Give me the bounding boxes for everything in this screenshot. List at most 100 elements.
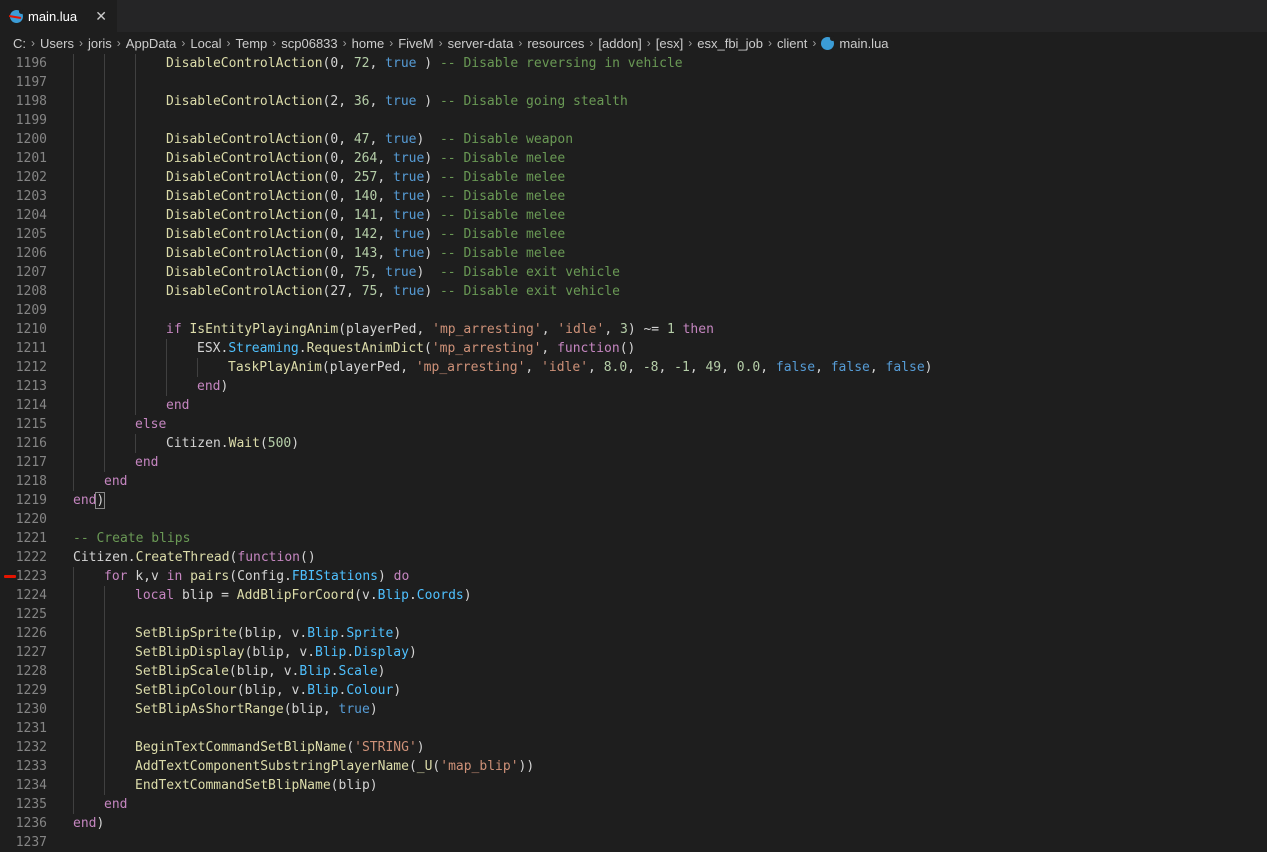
line-number[interactable]: 1204 bbox=[0, 206, 47, 225]
code-line[interactable]: 1209 bbox=[0, 301, 1267, 320]
code-line[interactable]: 1216 Citizen.Wait(500) bbox=[0, 434, 1267, 453]
line-number[interactable]: 1221 bbox=[0, 529, 47, 548]
code-line[interactable]: 1218 end bbox=[0, 472, 1267, 491]
code-line[interactable]: 1198 DisableControlAction(2, 36, true ) -… bbox=[0, 92, 1267, 111]
breadcrumb-item[interactable]: server-data bbox=[448, 36, 514, 51]
code-line[interactable]: 1221 -- Create blips bbox=[0, 529, 1267, 548]
line-number[interactable]: 1236 bbox=[0, 814, 47, 833]
breadcrumb-item[interactable]: resources bbox=[527, 36, 584, 51]
line-number[interactable]: 1207 bbox=[0, 263, 47, 282]
code-line[interactable]: 1227 SetBlipDisplay(blip, v.Blip.Display) bbox=[0, 643, 1267, 662]
breadcrumb-item[interactable]: joris bbox=[88, 36, 112, 51]
breadcrumb-item[interactable]: Users bbox=[40, 36, 74, 51]
code-editor[interactable]: 1196 DisableControlAction(0, 72, true ) -… bbox=[0, 54, 1267, 851]
code-line[interactable]: 1214 end bbox=[0, 396, 1267, 415]
line-number[interactable]: 1199 bbox=[0, 111, 47, 130]
line-number[interactable]: 1208 bbox=[0, 282, 47, 301]
breadcrumb-item[interactable]: Local bbox=[190, 36, 221, 51]
line-number[interactable]: 1209 bbox=[0, 301, 47, 320]
line-number[interactable]: 1235 bbox=[0, 795, 47, 814]
line-number[interactable]: 1234 bbox=[0, 776, 47, 795]
code-line[interactable]: 1219 end) bbox=[0, 491, 1267, 510]
breadcrumb-item[interactable]: C: bbox=[13, 36, 26, 51]
line-number[interactable]: 1216 bbox=[0, 434, 47, 453]
code-line[interactable]: 1235 end bbox=[0, 795, 1267, 814]
code-line[interactable]: 1229 SetBlipColour(blip, v.Blip.Colour) bbox=[0, 681, 1267, 700]
code-line[interactable]: 1211 ESX.Streaming.RequestAnimDict('mp_ar… bbox=[0, 339, 1267, 358]
line-number[interactable]: 1197 bbox=[0, 73, 47, 92]
code-line[interactable]: 1199 bbox=[0, 111, 1267, 130]
line-number[interactable]: 1214 bbox=[0, 396, 47, 415]
code-line[interactable]: 1236 end) bbox=[0, 814, 1267, 833]
line-number[interactable]: 1218 bbox=[0, 472, 47, 491]
breadcrumb-item[interactable]: scp06833 bbox=[281, 36, 337, 51]
line-number[interactable]: 1203 bbox=[0, 187, 47, 206]
line-number[interactable]: 1230 bbox=[0, 700, 47, 719]
code-line[interactable]: 1223 for k,v in pairs(Config.FBIStations)… bbox=[0, 567, 1267, 586]
code-line[interactable]: 1212 TaskPlayAnim(playerPed, 'mp_arrestin… bbox=[0, 358, 1267, 377]
code-line[interactable]: 1200 DisableControlAction(0, 47, true) --… bbox=[0, 130, 1267, 149]
breadcrumb-item[interactable]: esx_fbi_job bbox=[697, 36, 763, 51]
line-number[interactable]: 1217 bbox=[0, 453, 47, 472]
line-number[interactable]: 1225 bbox=[0, 605, 47, 624]
breadcrumb-item[interactable]: client bbox=[777, 36, 807, 51]
code-line[interactable]: 1233 AddTextComponentSubstringPlayerName(… bbox=[0, 757, 1267, 776]
line-number[interactable]: 1196 bbox=[0, 54, 47, 73]
line-number[interactable]: 1229 bbox=[0, 681, 47, 700]
line-number[interactable]: 1201 bbox=[0, 149, 47, 168]
breadcrumb-item[interactable]: [addon] bbox=[598, 36, 641, 51]
code-line[interactable]: 1232 BeginTextCommandSetBlipName('STRING'… bbox=[0, 738, 1267, 757]
code-line[interactable]: 1204 DisableControlAction(0, 141, true) -… bbox=[0, 206, 1267, 225]
code-line[interactable]: 1206 DisableControlAction(0, 143, true) -… bbox=[0, 244, 1267, 263]
line-number[interactable]: 1205 bbox=[0, 225, 47, 244]
code-line[interactable]: 1234 EndTextCommandSetBlipName(blip) bbox=[0, 776, 1267, 795]
line-number[interactable]: 1226 bbox=[0, 624, 47, 643]
line-number[interactable]: 1224 bbox=[0, 586, 47, 605]
code-line[interactable]: 1196 DisableControlAction(0, 72, true ) -… bbox=[0, 54, 1267, 73]
code-line[interactable]: 1231 bbox=[0, 719, 1267, 738]
breadcrumb-item[interactable]: Temp bbox=[235, 36, 267, 51]
line-number[interactable]: 1232 bbox=[0, 738, 47, 757]
line-number[interactable]: 1198 bbox=[0, 92, 47, 111]
line-number[interactable]: 1219 bbox=[0, 491, 47, 510]
code-line[interactable]: 1215 else bbox=[0, 415, 1267, 434]
line-number[interactable]: 1213 bbox=[0, 377, 47, 396]
code-line[interactable]: 1213 end) bbox=[0, 377, 1267, 396]
code-line[interactable]: 1205 DisableControlAction(0, 142, true) -… bbox=[0, 225, 1267, 244]
line-number[interactable]: 1215 bbox=[0, 415, 47, 434]
line-number[interactable]: 1233 bbox=[0, 757, 47, 776]
breadcrumb-item[interactable]: FiveM bbox=[398, 36, 433, 51]
line-number[interactable]: 1222 bbox=[0, 548, 47, 567]
line-number[interactable]: 1212 bbox=[0, 358, 47, 377]
breadcrumb-item[interactable]: [esx] bbox=[656, 36, 683, 51]
code-line[interactable]: 1203 DisableControlAction(0, 140, true) -… bbox=[0, 187, 1267, 206]
breadcrumb-file[interactable]: main.lua bbox=[821, 35, 889, 51]
code-line[interactable]: 1207 DisableControlAction(0, 75, true) --… bbox=[0, 263, 1267, 282]
line-number[interactable]: 1210 bbox=[0, 320, 47, 339]
line-number[interactable]: 1228 bbox=[0, 662, 47, 681]
close-icon[interactable]: ✕ bbox=[95, 8, 107, 25]
code-line[interactable]: 1217 end bbox=[0, 453, 1267, 472]
line-number[interactable]: 1220 bbox=[0, 510, 47, 529]
breadcrumb-item[interactable]: AppData bbox=[126, 36, 177, 51]
breakpoint-icon[interactable] bbox=[4, 575, 16, 578]
code-line[interactable]: 1220 bbox=[0, 510, 1267, 529]
code-line[interactable]: 1210 if IsEntityPlayingAnim(playerPed, 'm… bbox=[0, 320, 1267, 339]
line-number[interactable]: 1211 bbox=[0, 339, 47, 358]
line-number[interactable]: 1202 bbox=[0, 168, 47, 187]
code-line[interactable]: 1202 DisableControlAction(0, 257, true) -… bbox=[0, 168, 1267, 187]
code-line[interactable]: 1237 bbox=[0, 833, 1267, 852]
code-line[interactable]: 1222 Citizen.CreateThread(function() bbox=[0, 548, 1267, 567]
code-line[interactable]: 1230 SetBlipAsShortRange(blip, true) bbox=[0, 700, 1267, 719]
code-line[interactable]: 1226 SetBlipSprite(blip, v.Blip.Sprite) bbox=[0, 624, 1267, 643]
line-number[interactable]: 1200 bbox=[0, 130, 47, 149]
code-line[interactable]: 1224 local blip = AddBlipForCoord(v.Blip.… bbox=[0, 586, 1267, 605]
code-line[interactable]: 1225 bbox=[0, 605, 1267, 624]
code-line[interactable]: 1208 DisableControlAction(27, 75, true) -… bbox=[0, 282, 1267, 301]
breadcrumb-item[interactable]: home bbox=[352, 36, 385, 51]
line-number[interactable]: 1223 bbox=[0, 567, 47, 586]
line-number[interactable]: 1227 bbox=[0, 643, 47, 662]
code-line[interactable]: 1197 bbox=[0, 73, 1267, 92]
line-number[interactable]: 1237 bbox=[0, 833, 47, 852]
code-line[interactable]: 1201 DisableControlAction(0, 264, true) -… bbox=[0, 149, 1267, 168]
